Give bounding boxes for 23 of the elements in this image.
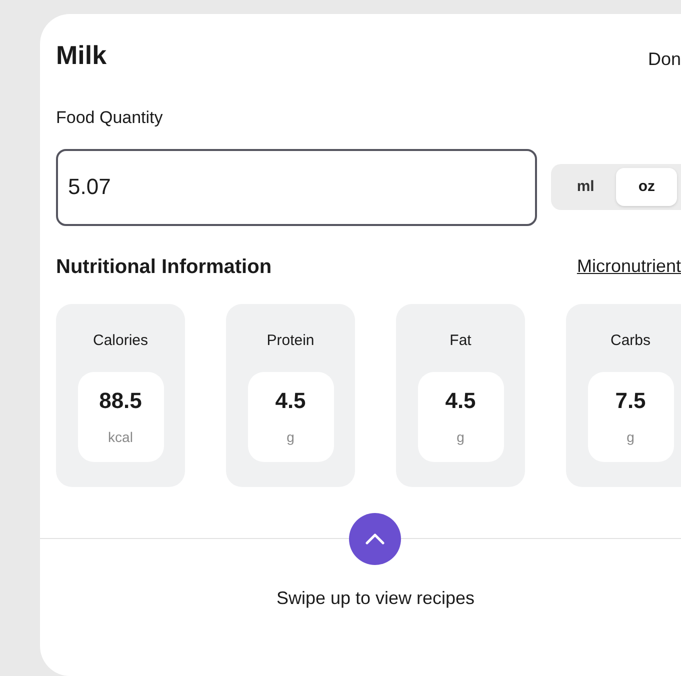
nutrient-name: Protein (266, 330, 314, 350)
micronutrients-link[interactable]: Micronutrient (576, 253, 681, 280)
unit-option[interactable]: oz (616, 168, 677, 206)
quantity-input[interactable]: 5.07 (56, 148, 537, 226)
done-button[interactable]: Don (648, 46, 681, 73)
sheet-title: Milk (56, 39, 107, 72)
nutrient-name: Calories (92, 330, 148, 350)
nutrient-value: 88.5 (99, 387, 142, 415)
nutrient-value: 4.5 (445, 387, 476, 415)
expand-button[interactable] (349, 512, 401, 564)
field-label: Food Quantity (56, 107, 163, 129)
swipe-hint: Swipe up to view recipes (276, 586, 475, 610)
unit-option[interactable]: ml (554, 168, 616, 206)
nutrient-value: 7.5 (615, 387, 646, 415)
nutrient-unit: kcal (108, 428, 133, 447)
nutrient-unit: g (286, 428, 294, 447)
chevron-up-icon (365, 532, 385, 544)
nutrient-value: 4.5 (275, 387, 306, 415)
nutrient-unit: g (456, 428, 464, 447)
nutrient-name: Carbs (610, 330, 650, 350)
nutrient-unit: g (626, 428, 634, 447)
section-heading: Nutritional Information (56, 254, 272, 280)
nutrient-name: Fat (450, 330, 472, 350)
